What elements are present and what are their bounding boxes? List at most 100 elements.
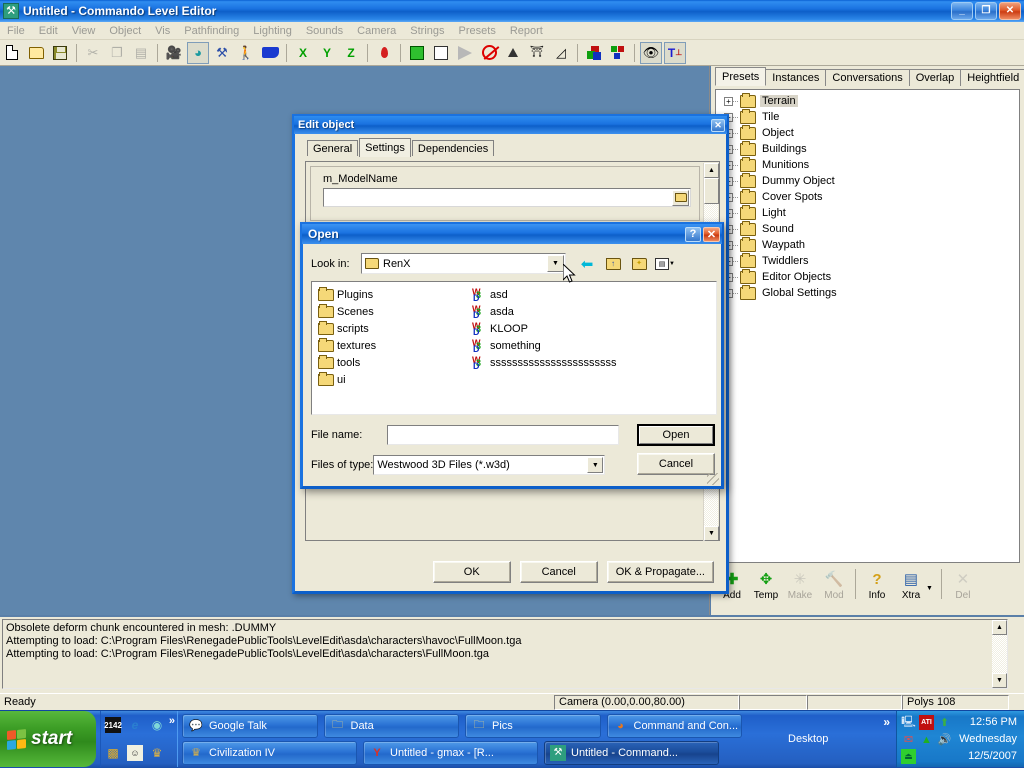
model-name-input[interactable]	[323, 188, 691, 207]
axis-z-icon[interactable]: Z	[340, 42, 362, 64]
tree-item-editor-objects[interactable]: +Editor Objects	[720, 269, 1019, 285]
paste-icon[interactable]: ▤	[130, 42, 152, 64]
chevron-down-icon[interactable]: ▼	[587, 457, 603, 473]
presets-tree[interactable]: +Terrain +Tile +Object +Buildings +Munit…	[715, 89, 1020, 563]
list-item[interactable]: tools	[318, 354, 376, 371]
eye-icon[interactable]: 👁	[640, 42, 662, 64]
browse-model-button[interactable]	[672, 190, 689, 206]
axis-x-icon[interactable]: X	[292, 42, 314, 64]
list-item[interactable]: W3Dasda	[472, 303, 617, 320]
back-arrow-icon[interactable]: ⬅	[576, 253, 598, 274]
chevron-right-icon[interactable]: »	[169, 715, 175, 727]
files-of-type-dropdown[interactable]: Westwood 3D Files (*.w3d) ▼	[373, 455, 605, 475]
close-button[interactable]: ✕	[999, 2, 1021, 20]
chevron-right-icon[interactable]: »	[883, 715, 890, 729]
menu-item-sounds[interactable]: Sounds	[299, 24, 350, 38]
cancel-button[interactable]: Cancel	[637, 453, 715, 475]
open-icon[interactable]	[25, 42, 47, 64]
copy-icon[interactable]: ❐	[106, 42, 128, 64]
tab-settings[interactable]: Settings	[359, 138, 411, 157]
tree-item-sound[interactable]: +Sound	[720, 221, 1019, 237]
tree-item-light[interactable]: +Light	[720, 205, 1019, 221]
menu-item-report[interactable]: Report	[503, 24, 550, 38]
resize-grip[interactable]	[707, 473, 719, 485]
tab-overlap[interactable]: Overlap	[909, 69, 962, 86]
maximize-button[interactable]: ❐	[975, 2, 997, 20]
scroll-down-icon[interactable]: ▼	[992, 673, 1007, 688]
bf2142-icon[interactable]: 2142	[105, 717, 121, 733]
chevron-down-icon[interactable]: ▼	[547, 255, 564, 272]
scroll-thumb[interactable]	[704, 178, 719, 204]
menu-item-presets[interactable]: Presets	[452, 24, 503, 38]
list-item[interactable]: textures	[318, 337, 376, 354]
cube-wire-icon[interactable]	[430, 42, 452, 64]
look-in-dropdown[interactable]: RenX ▼	[361, 253, 566, 274]
list-item[interactable]: Plugins	[318, 286, 376, 303]
xtra-button[interactable]: ▤Xtra	[894, 569, 928, 601]
minimize-button[interactable]: _	[951, 2, 973, 20]
menu-item-object[interactable]: Object	[102, 24, 148, 38]
task-command-and-conquer[interactable]: ◕Command and Con...	[607, 714, 743, 738]
info-button[interactable]: ?Info	[860, 569, 894, 601]
cancel-button[interactable]: Cancel	[520, 561, 598, 583]
tab-instances[interactable]: Instances	[765, 69, 826, 86]
open-button[interactable]: Open	[637, 424, 715, 446]
tree-item-tile[interactable]: +Tile	[720, 109, 1019, 125]
tab-presets[interactable]: Presets	[715, 67, 766, 86]
axis-y-icon[interactable]: Y	[316, 42, 338, 64]
tiger-icon[interactable]: ▩	[105, 745, 121, 761]
tree-item-global-settings[interactable]: +Global Settings	[720, 285, 1019, 301]
log-scrollbar[interactable]: ▲ ▼	[992, 620, 1007, 688]
scroll-down-icon[interactable]: ▼	[704, 526, 719, 541]
new-folder-icon[interactable]: ✦	[628, 253, 650, 274]
tree-item-terrain[interactable]: +Terrain	[720, 93, 1019, 109]
list-item[interactable]: W3Dsssssssssssssssssssssss	[472, 354, 617, 371]
rgb-blocks-icon[interactable]	[607, 42, 629, 64]
camera-icon[interactable]: 🎥	[163, 42, 185, 64]
teapot-icon[interactable]: ◕	[187, 42, 209, 64]
close-icon[interactable]: ✕	[711, 119, 725, 132]
terrain-icon[interactable]	[259, 42, 281, 64]
projection-icon[interactable]	[454, 42, 476, 64]
civ-icon[interactable]: ♛	[149, 745, 165, 761]
list-item[interactable]: W3Dsomething	[472, 337, 617, 354]
no-vis-icon[interactable]	[478, 42, 500, 64]
chevron-down-icon[interactable]: ▼	[926, 585, 933, 592]
tree-item-buildings[interactable]: +Buildings	[720, 141, 1019, 157]
expander-icon[interactable]: +	[724, 97, 733, 106]
scroll-up-icon[interactable]: ▲	[992, 620, 1007, 635]
ramp-icon[interactable]: ◿	[550, 42, 572, 64]
file-name-input[interactable]	[387, 425, 619, 445]
menu-item-vis[interactable]: Vis	[148, 24, 177, 38]
task-civilization-iv[interactable]: ♛Civilization IV	[182, 741, 357, 765]
avg-icon[interactable]: ▲	[919, 732, 934, 747]
view-mode-icon[interactable]: ▤▼	[654, 253, 676, 274]
update-icon[interactable]: ⬆	[937, 715, 952, 730]
new-icon[interactable]	[1, 42, 23, 64]
ok-button[interactable]: OK	[433, 561, 511, 583]
tab-dependencies[interactable]: Dependencies	[412, 140, 494, 156]
ati-icon[interactable]: ATI	[919, 715, 934, 730]
drop-icon[interactable]	[373, 42, 395, 64]
task-gmax[interactable]: YUntitled - gmax - [R...	[363, 741, 538, 765]
internet-explorer-icon[interactable]: e	[127, 717, 143, 733]
menu-item-camera[interactable]: Camera	[350, 24, 403, 38]
list-item[interactable]: Scenes	[318, 303, 376, 320]
text-tool-icon[interactable]: T⊥	[664, 42, 686, 64]
notepad-icon[interactable]: ☺	[127, 745, 143, 761]
clock[interactable]: 12:56 PM Wednesday 12/5/2007	[959, 711, 1024, 767]
ok-and-propagate-button[interactable]: OK & Propagate...	[607, 561, 714, 583]
task-google-talk[interactable]: 💬Google Talk	[182, 714, 318, 738]
cube-green-icon[interactable]	[406, 42, 428, 64]
task-commando-level-editor[interactable]: ⚒Untitled - Command...	[544, 741, 719, 765]
scroll-up-icon[interactable]: ▲	[704, 163, 719, 178]
list-item[interactable]: ui	[318, 371, 376, 388]
gmail-notifier-icon[interactable]: ✉	[901, 732, 916, 747]
tab-general[interactable]: General	[307, 140, 358, 156]
tree-item-munitions[interactable]: +Munitions	[720, 157, 1019, 173]
walk-mode-icon[interactable]: 🚶	[235, 42, 257, 64]
tree-item-twiddlers[interactable]: +Twiddlers	[720, 253, 1019, 269]
network-icon[interactable]: 🖳	[901, 715, 916, 730]
axis-icon[interactable]: ⚒	[211, 42, 233, 64]
tab-conversations[interactable]: Conversations	[825, 69, 909, 86]
